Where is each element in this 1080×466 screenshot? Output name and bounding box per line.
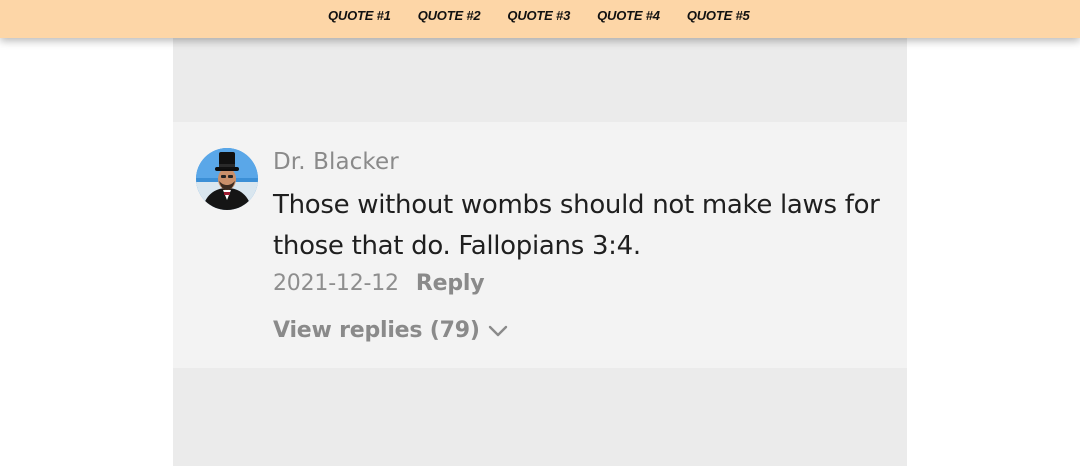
comment-meta: 2021-12-12 Reply	[273, 271, 485, 296]
view-replies-label: View replies (79)	[273, 318, 480, 343]
nav-quote-1[interactable]: QUOTE #1	[328, 8, 391, 23]
comment-screenshot: Dr. Blacker Those without wombs should n…	[173, 38, 907, 466]
comment-text: Those without wombs should not make laws…	[273, 190, 880, 261]
avatar-image	[196, 148, 258, 210]
reply-button[interactable]: Reply	[416, 271, 485, 296]
comment-author[interactable]: Dr. Blacker	[273, 149, 399, 175]
top-navigation-bar: QUOTE #1 QUOTE #2 QUOTE #3 QUOTE #4 QUOT…	[0, 0, 1080, 38]
quote-nav: QUOTE #1 QUOTE #2 QUOTE #3 QUOTE #4 QUOT…	[320, 0, 777, 30]
avatar[interactable]	[196, 148, 258, 210]
nav-quote-4[interactable]: QUOTE #4	[597, 8, 660, 23]
nav-quote-3[interactable]: QUOTE #3	[507, 8, 570, 23]
comment-date: 2021-12-12	[273, 271, 399, 296]
nav-quote-5[interactable]: QUOTE #5	[687, 8, 750, 23]
view-replies-button[interactable]: View replies (79)	[273, 318, 508, 343]
nav-quote-2[interactable]: QUOTE #2	[418, 8, 481, 23]
chevron-down-icon	[488, 325, 507, 336]
